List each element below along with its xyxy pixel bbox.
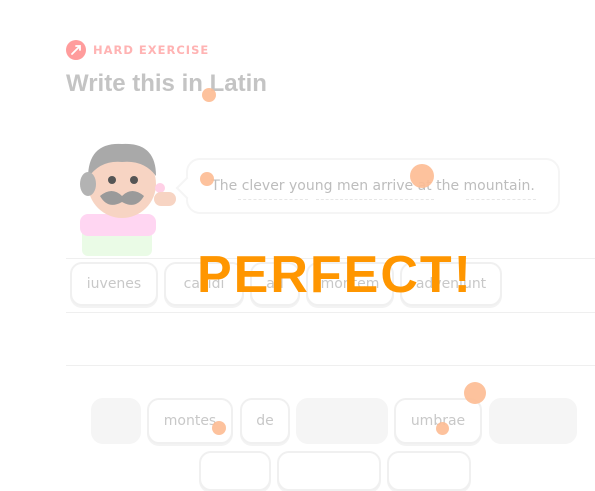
prompt-bubble: The clever young men arrive at the mount… bbox=[175, 158, 560, 214]
word-bank-chip[interactable]: umbrae bbox=[394, 398, 482, 444]
confetti-dot bbox=[436, 422, 449, 435]
word-bank-slot-empty bbox=[91, 398, 141, 444]
confetti-dot bbox=[464, 382, 486, 404]
badge-label: HARD EXERCISE bbox=[93, 43, 210, 57]
confetti-dot bbox=[410, 164, 434, 188]
word-bank-slot-empty bbox=[489, 398, 577, 444]
perfect-feedback: PERFECT! bbox=[197, 246, 473, 304]
word-bank-chip[interactable]: de bbox=[240, 398, 290, 444]
word-bank-slot-empty bbox=[296, 398, 388, 444]
hint-underline bbox=[466, 199, 536, 200]
hard-exercise-badge: HARD EXERCISE bbox=[66, 40, 267, 60]
confetti-dot bbox=[202, 88, 216, 102]
hint-underline bbox=[238, 199, 308, 200]
confetti-dot bbox=[200, 172, 214, 186]
hint-underline bbox=[374, 199, 434, 200]
lightning-bolt-icon bbox=[66, 40, 86, 60]
hint-underline bbox=[316, 199, 372, 200]
answer-line bbox=[66, 312, 595, 313]
prompt-sentence[interactable]: The clever young men arrive at the mount… bbox=[211, 178, 535, 194]
word-bank-chip-partial[interactable] bbox=[387, 451, 471, 491]
word-bank-chip-partial[interactable] bbox=[277, 451, 381, 491]
word-bank-chip-partial[interactable] bbox=[199, 451, 271, 491]
answer-line bbox=[66, 365, 595, 366]
page-title: Write this in Latin bbox=[66, 70, 267, 97]
exercise-header: HARD EXERCISE Write this in Latin bbox=[66, 40, 267, 98]
character-illustration bbox=[74, 140, 184, 260]
confetti-dot bbox=[212, 421, 226, 435]
